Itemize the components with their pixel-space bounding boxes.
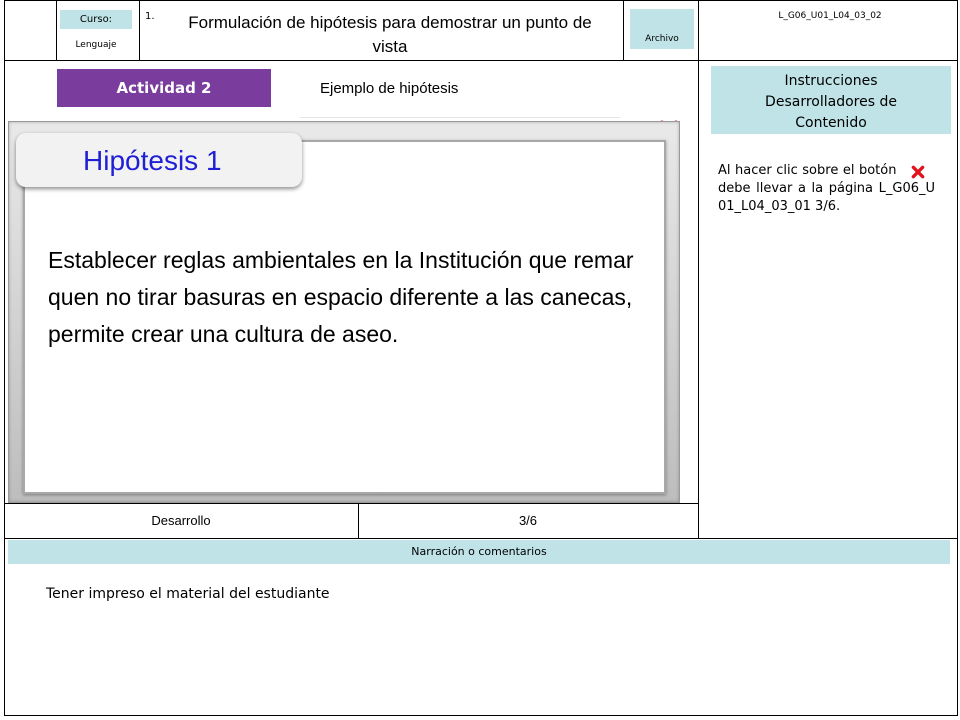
header-bottom-divider — [4, 60, 958, 61]
footer-row-top — [4, 503, 698, 504]
card-tab-title: Hipótesis 1 — [83, 145, 222, 176]
instructions-text: Al hacer clic sobre el botón debe llevar… — [718, 162, 935, 216]
instructions-text-after: debe llevar a la página L_G06_U01_L04_03… — [718, 181, 935, 214]
header-divider-4 — [698, 0, 699, 60]
instructions-text-before: Al hacer clic sobre el botón — [718, 163, 897, 178]
item-number: 1. — [145, 11, 155, 22]
page-number: 3/6 — [518, 513, 538, 528]
outer-border-left — [4, 0, 5, 716]
archivo-label: Archivo — [630, 9, 694, 49]
section-name: Desarrollo — [151, 513, 211, 528]
narration-text: Tener impreso el material del estudiante — [46, 586, 330, 602]
main-right-divider — [698, 60, 699, 538]
outer-border-right — [957, 0, 958, 716]
curso-value: Lenguaje — [75, 40, 117, 50]
file-code: L_G06_U01_L04_03_02 — [778, 11, 882, 21]
header-divider-1 — [56, 0, 57, 60]
curso-label: Curso: — [60, 10, 132, 29]
inline-close-icon — [901, 164, 935, 178]
instructions-heading: Instrucciones Desarrolladores de Conteni… — [711, 66, 951, 134]
narration-heading: Narración o comentarios — [8, 540, 950, 564]
outer-border-bottom — [4, 715, 958, 716]
activity-subtitle: Ejemplo de hipótesis — [320, 80, 459, 97]
subtitle-rule — [300, 117, 620, 118]
narration-top — [4, 538, 958, 539]
header-divider-2 — [139, 0, 140, 60]
card-body-text: Establecer reglas ambientales en la Inst… — [48, 247, 634, 347]
activity-badge: Actividad 2 — [57, 69, 271, 107]
header-divider-3 — [623, 0, 624, 60]
page-title: Formulación de hipótesis para demostrar … — [188, 13, 592, 56]
outer-border-top — [4, 0, 958, 1]
